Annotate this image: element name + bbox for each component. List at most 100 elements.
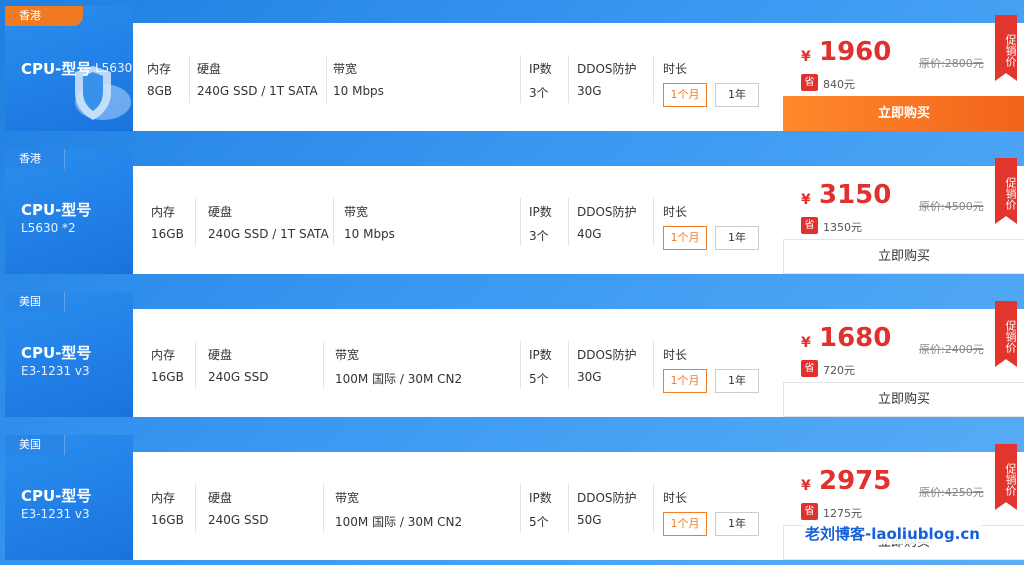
bandwidth-value: 10 Mbps: [344, 227, 395, 241]
ip-value: 5个: [529, 515, 549, 529]
ip-value: 3个: [529, 86, 549, 100]
plan-row: 香港 CPU-型号 L5630 内存 8GB 硬盘 240G SSD / 1T …: [5, 6, 1024, 131]
plan-header: 美国 CPU-型号 E3-1231 v3: [5, 292, 133, 417]
duration-1month-button[interactable]: 1个月: [663, 226, 707, 250]
divider: [653, 198, 654, 246]
sale-price: 3150: [819, 180, 892, 210]
ddos-label: DDOS防护: [577, 62, 637, 76]
promo-tag: 促销价: [995, 158, 1017, 224]
promo-tag: 促销价: [995, 301, 1017, 367]
divider: [520, 484, 521, 532]
currency-symbol: ¥: [801, 335, 811, 351]
ip-value: 5个: [529, 372, 549, 386]
original-price: 原价:4500元: [919, 200, 984, 213]
divider: [195, 484, 196, 532]
region-tag: 香港: [5, 6, 83, 26]
cpu-title: CPU-型号: [21, 487, 92, 505]
duration-label: 时长: [663, 205, 688, 219]
divider: [568, 484, 569, 532]
disk-label: 硬盘: [208, 491, 233, 505]
disk-label: 硬盘: [208, 205, 233, 219]
duration-label: 时长: [663, 348, 688, 362]
cpu-model: L5630: [95, 61, 133, 75]
save-badge: 省: [801, 74, 818, 91]
memory-value: 16GB: [151, 227, 184, 241]
buy-now-button[interactable]: 立即购买: [783, 239, 1024, 274]
divider: [323, 341, 324, 389]
save-badge: 省: [801, 503, 818, 520]
save-amount: 840元: [823, 78, 855, 91]
divider: [653, 341, 654, 389]
memory-label: 内存: [151, 205, 176, 219]
ddos-label: DDOS防护: [577, 491, 637, 505]
ip-label: IP数: [529, 205, 552, 219]
buy-now-button[interactable]: 立即购买: [783, 96, 1024, 131]
cpu-title: CPU-型号: [21, 344, 92, 362]
ddos-label: DDOS防护: [577, 205, 637, 219]
duration-1year-button[interactable]: 1年: [715, 512, 759, 536]
plan-header: 香港 CPU-型号 L5630 *2: [5, 149, 133, 274]
save-amount: 720元: [823, 364, 855, 377]
ip-label: IP数: [529, 348, 552, 362]
divider: [323, 484, 324, 532]
divider: [520, 341, 521, 389]
original-price: 原价:2400元: [919, 343, 984, 356]
cpu-title: CPU-型号: [21, 201, 92, 219]
save-amount: 1275元: [823, 507, 862, 520]
divider: [326, 55, 327, 103]
divider: [520, 198, 521, 246]
currency-symbol: ¥: [801, 192, 811, 208]
bandwidth-label: 带宽: [335, 348, 360, 362]
original-price: 原价:4250元: [919, 486, 984, 499]
save-amount: 1350元: [823, 221, 862, 234]
bandwidth-label: 带宽: [335, 491, 360, 505]
cpu-title: CPU-型号: [21, 60, 92, 78]
ddos-value: 40G: [577, 227, 602, 241]
region-tag: 香港: [5, 149, 65, 169]
bandwidth-value: 100M 国际 / 30M CN2: [335, 372, 463, 386]
duration-1year-button[interactable]: 1年: [715, 369, 759, 393]
original-price: 原价:2800元: [919, 57, 984, 70]
disk-label: 硬盘: [197, 62, 222, 76]
region-tag: 美国: [5, 292, 65, 312]
duration-1month-button[interactable]: 1个月: [663, 83, 707, 107]
memory-value: 8GB: [147, 84, 173, 98]
disk-value: 240G SSD: [208, 513, 269, 527]
price-area: ¥ 3150 原价:4500元 省 1350元 促销价 立即购买: [783, 158, 1024, 274]
sale-price: 1680: [819, 323, 892, 353]
divider: [195, 198, 196, 246]
sale-price: 1960: [819, 37, 892, 67]
ip-value: 3个: [529, 229, 549, 243]
divider: [653, 484, 654, 532]
price-area: ¥ 1680 原价:2400元 省 720元 促销价 立即购买: [783, 301, 1024, 417]
duration-1month-button[interactable]: 1个月: [663, 512, 707, 536]
memory-value: 16GB: [151, 513, 184, 527]
divider: [333, 198, 334, 246]
plan-card: 内存 16GB 硬盘 240G SSD / 1T SATA 带宽 10 Mbps…: [133, 158, 1024, 274]
disk-value: 240G SSD / 1T SATA: [208, 227, 329, 241]
plan-header: 香港 CPU-型号 L5630: [5, 6, 133, 131]
divider: [568, 55, 569, 103]
plan-header: 美国 CPU-型号 E3-1231 v3: [5, 435, 133, 560]
bandwidth-value: 10 Mbps: [333, 84, 384, 98]
duration-1month-button[interactable]: 1个月: [663, 369, 707, 393]
duration-1year-button[interactable]: 1年: [715, 226, 759, 250]
plan-card: 内存 8GB 硬盘 240G SSD / 1T SATA 带宽 10 Mbps …: [133, 15, 1024, 131]
save-badge: 省: [801, 217, 818, 234]
currency-symbol: ¥: [801, 478, 811, 494]
buy-now-button[interactable]: 立即购买: [783, 382, 1024, 417]
ip-label: IP数: [529, 491, 552, 505]
ddos-value: 50G: [577, 513, 602, 527]
region-tag: 美国: [5, 435, 65, 455]
bandwidth-label: 带宽: [333, 62, 358, 76]
memory-label: 内存: [151, 491, 176, 505]
divider: [520, 55, 521, 103]
cpu-model: L5630 *2: [21, 221, 76, 235]
ddos-label: DDOS防护: [577, 348, 637, 362]
ip-label: IP数: [529, 62, 552, 76]
duration-1year-button[interactable]: 1年: [715, 83, 759, 107]
cpu-model: E3-1231 v3: [21, 364, 90, 378]
save-badge: 省: [801, 360, 818, 377]
promo-tag: 促销价: [995, 15, 1017, 81]
promo-tag: 促销价: [995, 444, 1017, 510]
